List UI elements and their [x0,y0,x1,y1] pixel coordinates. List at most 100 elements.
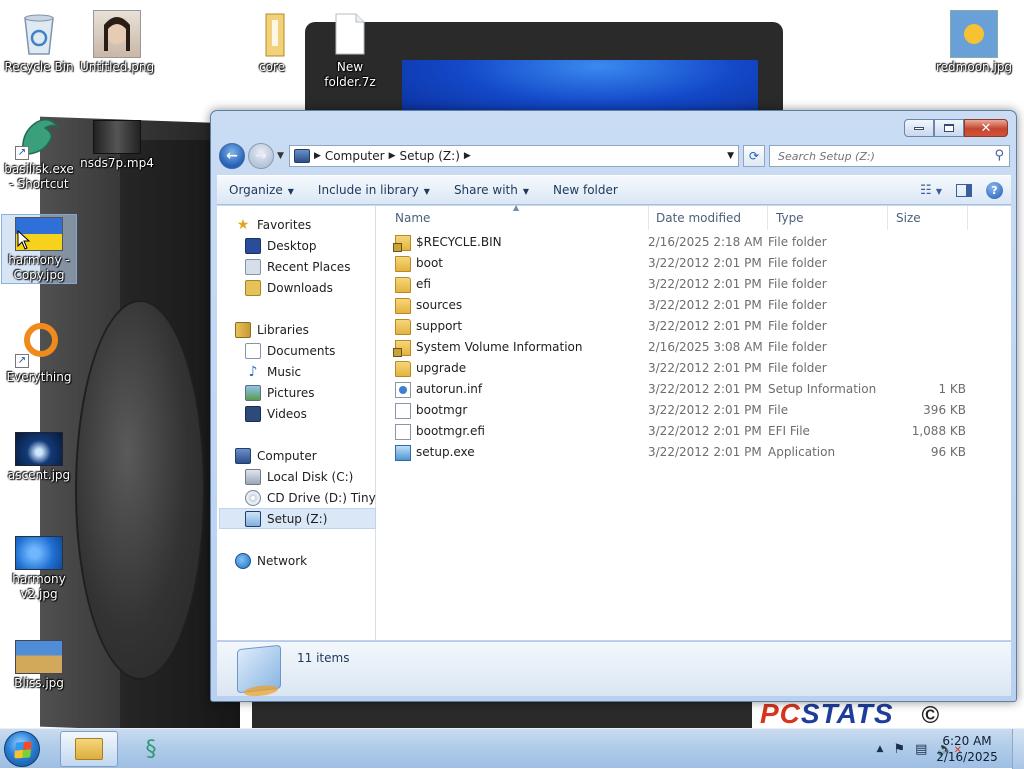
forward-button[interactable]: → [248,143,274,169]
desktop-icon-new-folder-7z[interactable]: New folder.7z [312,8,388,90]
desktop-icon-ascent-jpg[interactable]: ascent.jpg [1,430,77,483]
desktop-icon-recycle-bin[interactable]: Recycle Bin [1,8,77,75]
new-folder-button[interactable]: New folder [541,183,630,197]
wallpaper-pc-case-logo [75,300,205,680]
nav-setup-z[interactable]: Setup (Z:) [219,508,376,529]
file-name-cell[interactable]: autorun.inf [395,379,482,400]
search-input[interactable] [776,148,986,164]
breadcrumb-setup-z[interactable]: Setup (Z:) [400,149,460,163]
file-row[interactable]: support 3/22/2012 2:01 PM File folder [377,316,977,337]
file-name-cell[interactable]: boot [395,253,443,274]
file-row[interactable]: efi 3/22/2012 2:01 PM File folder [377,274,977,295]
nav-cd-drive-d[interactable]: CD Drive (D:) Tiny7 x [245,487,376,508]
file-name-cell[interactable]: sources [395,295,462,316]
breadcrumb-computer[interactable]: Computer [325,149,385,163]
back-button[interactable]: ← [219,143,245,169]
nav-network[interactable]: Network [235,550,392,571]
search-box[interactable]: ⚲ [769,145,1010,167]
desktop-icon-untitled-png[interactable]: Untitled.png [79,8,155,75]
nav-libraries[interactable]: Libraries [235,319,392,340]
file-date-modified: 2/16/2025 2:18 AM [648,235,763,249]
folder-icon [395,297,411,314]
minimize-button[interactable] [904,119,934,137]
file-type: File folder [768,277,827,291]
show-desktop-button[interactable] [1012,729,1024,769]
include-in-library-button[interactable]: Include in library ▼ [306,183,442,197]
file-name-cell[interactable]: support [395,316,462,337]
minimize-icon [914,126,924,130]
share-with-button[interactable]: Share with ▼ [442,183,541,197]
file-row[interactable]: bootmgr.efi 3/22/2012 2:01 PM EFI File 1,08… [377,421,977,442]
file-name: efi [416,277,431,291]
nav-favorites[interactable]: ★ Favorites [235,214,392,235]
file-date-modified: 3/22/2012 2:01 PM [648,361,762,375]
network-status-icon[interactable]: ▤ [915,742,927,757]
mouse-cursor-icon [17,230,31,250]
file-name-cell[interactable]: efi [395,274,431,295]
taskbar-explorer-button[interactable] [60,731,118,767]
desktop-icon [245,237,261,254]
file-name-cell[interactable]: $RECYCLE.BIN [393,232,502,253]
desktop-icon-harmony-copy-jpg[interactable]: harmony - Copy.jpg [1,214,77,284]
shortcut-arrow-icon: ↗ [15,354,29,368]
desktop-icon-redmoon-jpg[interactable]: redmoon.jpg [936,8,1012,75]
nav-computer[interactable]: Computer [235,445,392,466]
folder-icon [75,738,103,760]
column-header-size[interactable]: Size [888,206,968,230]
file-date-modified: 3/22/2012 2:01 PM [648,319,762,333]
recent-pages-dropdown[interactable]: ▼ [277,151,284,161]
taskbar-basilisk-button[interactable]: § [122,731,180,767]
file-row[interactable]: setup.exe 3/22/2012 2:01 PM Application 96 … [377,442,977,463]
explorer-window[interactable]: ✕ ← → ▼ ▶ Computer ▶ Setup (Z:) ▶ ▼ ⟳ ⚲ … [210,110,1017,702]
file-name-cell[interactable]: upgrade [395,358,466,379]
action-center-flag-icon[interactable]: ⚑ [893,742,905,757]
file-list[interactable]: Name ▲ Date modified Type Size $RECYCLE.… [377,203,1011,640]
navigation-pane[interactable]: ★ Favorites Desktop Recent Places Downloa… [217,206,376,640]
clock-date: 2/16/2025 [936,750,998,764]
file-name-cell[interactable]: System Volume Information [393,337,582,358]
breadcrumb-separator-icon[interactable]: ▶ [464,151,471,161]
preview-pane-button[interactable] [956,183,972,197]
network-drive-icon [245,510,261,527]
show-hidden-icons-button[interactable]: ▲ [877,744,884,754]
file-name: bootmgr [416,403,468,417]
image-thumbnail-icon [15,640,63,674]
desktop-icon-nsds7p-mp4[interactable]: nsds7p.mp4 [79,118,155,171]
file-row[interactable]: sources 3/22/2012 2:01 PM File folder [377,295,977,316]
desktop-icon-core[interactable]: core [234,8,310,75]
file-row[interactable]: $RECYCLE.BIN 2/16/2025 2:18 AM File folder [377,232,977,253]
file-row[interactable]: System Volume Information 2/16/2025 3:08 … [377,337,977,358]
breadcrumb-separator-icon[interactable]: ▶ [389,151,396,161]
file-row[interactable]: bootmgr 3/22/2012 2:01 PM File 396 KB [377,400,977,421]
desktop-icon-basilisk-shortcut[interactable]: ↗ basilisk.exe - Shortcut [1,110,77,192]
refresh-button[interactable]: ⟳ [743,145,765,167]
file-name-cell[interactable]: setup.exe [395,442,475,463]
desktop-icon-bliss-jpg[interactable]: Bliss.jpg [1,638,77,691]
system-clock[interactable]: 6:20 AM 2/16/2025 [932,733,1002,765]
file-date-modified: 2/16/2025 3:08 AM [648,340,763,354]
organize-button[interactable]: Organize ▼ [217,183,306,197]
search-icon[interactable]: ⚲ [994,148,1004,163]
help-button[interactable]: ? [986,181,1003,199]
file-row[interactable]: autorun.inf 3/22/2012 2:01 PM Setup Inform… [377,379,977,400]
file-row[interactable]: upgrade 3/22/2012 2:01 PM File folder [377,358,977,379]
file-row[interactable]: boot 3/22/2012 2:01 PM File folder [377,253,977,274]
change-view-button[interactable]: ☷ ▼ [920,183,942,198]
file-size: 1,088 KB [911,424,966,438]
start-button[interactable] [4,731,40,767]
address-bar[interactable]: ▶ Computer ▶ Setup (Z:) ▶ ▼ [289,145,739,167]
folder-icon [248,10,296,58]
address-history-dropdown[interactable]: ▼ [727,151,734,161]
desktop-icon-everything[interactable]: ↗ Everything [1,318,77,385]
column-header-type[interactable]: Type [768,206,888,230]
column-header-date-modified[interactable]: Date modified [648,206,768,230]
file-type: File folder [768,256,827,270]
close-button[interactable]: ✕ [964,119,1008,137]
network-icon [235,552,251,569]
column-headers: Name ▲ Date modified Type Size [377,203,1011,230]
maximize-button[interactable] [934,119,964,137]
desktop-icon-harmony-v2-jpg[interactable]: harmony v2.jpg [1,534,77,602]
file-name-cell[interactable]: bootmgr [395,400,467,421]
breadcrumb-separator-icon[interactable]: ▶ [314,151,321,161]
file-name-cell[interactable]: bootmgr.efi [395,421,485,442]
